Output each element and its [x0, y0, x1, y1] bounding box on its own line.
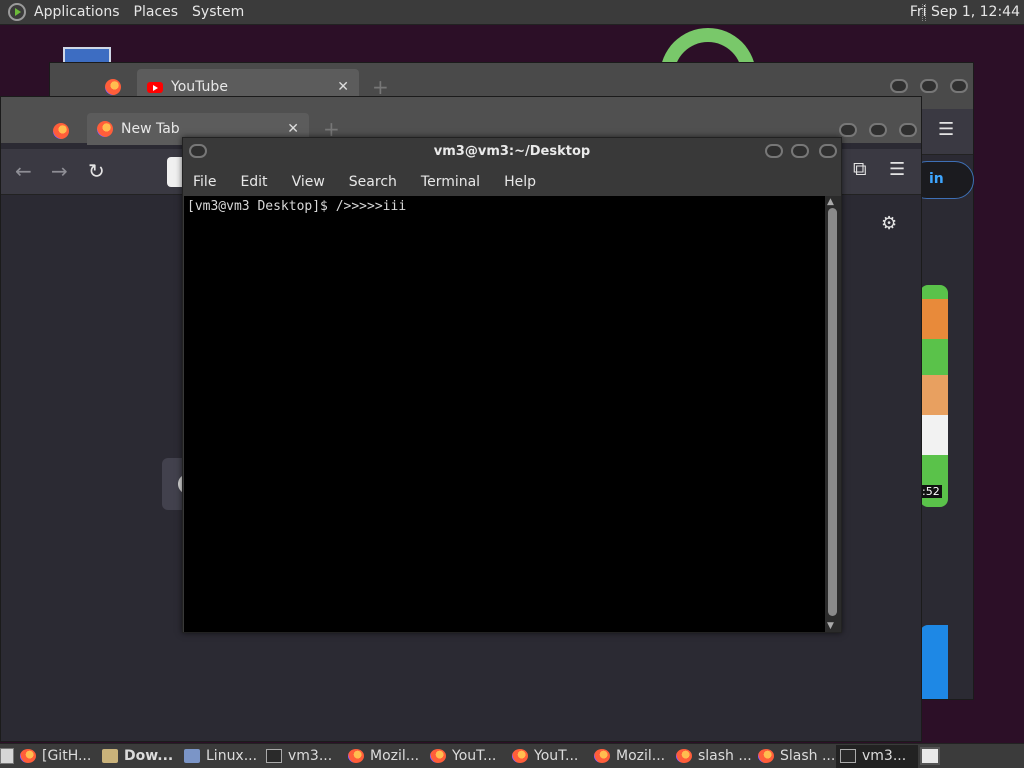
firefox-icon [97, 121, 113, 137]
firefox-icon [20, 749, 36, 763]
firefox-icon [758, 749, 774, 763]
forward-arrow-icon[interactable]: → [51, 159, 68, 183]
menu-view[interactable]: View [292, 174, 325, 190]
terminal-icon [840, 749, 856, 763]
task-terminal-1[interactable]: vm3... [262, 745, 344, 768]
firefox-icon[interactable] [53, 123, 69, 139]
task-label: Mozil... [370, 748, 420, 764]
firefox-icon [594, 749, 610, 763]
terminal-icon [266, 749, 282, 763]
back-arrow-icon[interactable]: ← [15, 159, 32, 183]
task-label: YouT... [534, 748, 579, 764]
minimize-button[interactable] [839, 123, 857, 137]
menu-terminal[interactable]: Terminal [421, 174, 480, 190]
task-linux[interactable]: Linux... [180, 745, 262, 768]
task-slash-1[interactable]: slash ... [672, 745, 754, 768]
task-slash-2[interactable]: Slash ... [754, 745, 836, 768]
menu-edit[interactable]: Edit [240, 174, 267, 190]
menu-icon[interactable]: ☰ [938, 119, 954, 140]
terminal-window[interactable]: vm3@vm3:~/Desktop File Edit View Search … [182, 137, 842, 633]
maximize-button[interactable] [920, 79, 938, 93]
task-label: vm3... [862, 748, 907, 764]
top-panel: Applications Places System Fri Sep 1, 12… [0, 0, 1024, 25]
scroll-up-icon[interactable]: ▲ [827, 197, 834, 207]
task-mozilla-1[interactable]: Mozil... [344, 745, 426, 768]
menu-places[interactable]: Places [134, 4, 179, 20]
close-window-button[interactable] [899, 123, 917, 137]
settings-gear-icon[interactable]: ⚙ [881, 213, 897, 234]
distro-logo-icon[interactable] [8, 3, 26, 21]
close-tab-icon[interactable]: ✕ [287, 121, 299, 137]
maximize-button[interactable] [791, 144, 809, 158]
menu-help[interactable]: Help [504, 174, 536, 190]
task-label: Mozil... [616, 748, 666, 764]
close-window-button[interactable] [950, 79, 968, 93]
firefox-icon [676, 749, 692, 763]
extensions-icon[interactable]: ⧉ [853, 158, 867, 180]
task-github[interactable]: [GitH... [16, 745, 98, 768]
video-thumbnail[interactable]: :52 [920, 285, 948, 507]
menu-search[interactable]: Search [349, 174, 397, 190]
task-label: [GitH... [42, 748, 92, 764]
video-thumbnail-2[interactable] [920, 625, 948, 699]
tab-title: YouTube [171, 79, 228, 95]
menu-file[interactable]: File [193, 174, 216, 190]
firefox-icon [348, 749, 364, 763]
terminal-line: [vm3@vm3 Desktop]$ />>>>>iii [187, 199, 407, 214]
terminal-menubar: File Edit View Search Terminal Help [183, 168, 841, 196]
show-desktop-icon[interactable] [0, 748, 14, 764]
close-window-button[interactable] [819, 144, 837, 158]
sign-in-label: in [929, 171, 944, 187]
task-label: Linux... [206, 748, 258, 764]
folder-icon [102, 749, 118, 763]
tab-title: New Tab [121, 121, 180, 137]
workspace-switcher[interactable] [920, 747, 940, 765]
task-youtube-1[interactable]: YouT... [426, 745, 508, 768]
task-label: slash ... [698, 748, 752, 764]
task-youtube-2[interactable]: YouT... [508, 745, 590, 768]
task-label: Slash ... [780, 748, 836, 764]
clock[interactable]: Fri Sep 1, 12:44 [910, 4, 1020, 20]
task-mozilla-2[interactable]: Mozil... [590, 745, 672, 768]
maximize-button[interactable] [869, 123, 887, 137]
minimize-button[interactable] [765, 144, 783, 158]
task-terminal-2[interactable]: vm3... [836, 744, 918, 768]
firefox-icon [512, 749, 528, 763]
task-label: Dow... [124, 748, 174, 764]
scroll-down-icon[interactable]: ▼ [827, 621, 834, 631]
close-tab-icon[interactable]: ✕ [337, 79, 349, 95]
terminal-title: vm3@vm3:~/Desktop [433, 144, 591, 159]
menu-icon[interactable]: ☰ [889, 159, 905, 180]
youtube-icon [147, 81, 163, 93]
taskbar: [GitH... Dow... Linux... vm3... Mozil...… [0, 743, 1024, 768]
firefox-icon [430, 749, 446, 763]
task-downloads[interactable]: Dow... [98, 745, 180, 768]
task-label: vm3... [288, 748, 333, 764]
terminal-screen[interactable]: [vm3@vm3 Desktop]$ />>>>>iii [184, 196, 827, 632]
scrollbar[interactable]: ▲ ▼ [825, 196, 841, 632]
task-label: YouT... [452, 748, 497, 764]
document-icon [184, 749, 200, 763]
menu-system[interactable]: System [192, 4, 244, 20]
video-duration: :52 [920, 485, 942, 498]
firefox-icon[interactable] [105, 79, 121, 95]
menu-applications[interactable]: Applications [34, 4, 120, 20]
scroll-thumb[interactable] [828, 208, 837, 616]
reload-icon[interactable]: ↻ [88, 159, 105, 183]
minimize-button[interactable] [890, 79, 908, 93]
